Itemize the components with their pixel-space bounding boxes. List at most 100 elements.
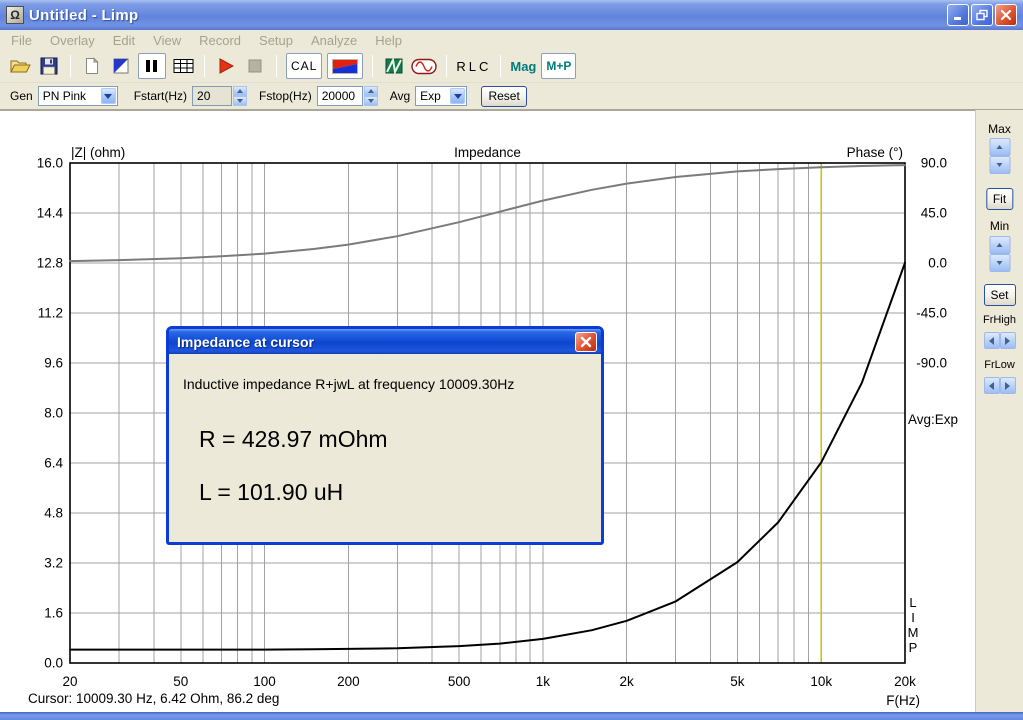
parameter-bar: Gen PN Pink Fstart(Hz) 20 Fstop(Hz) 2000… (0, 83, 1023, 110)
avg-select[interactable]: Exp (415, 86, 468, 106)
menu-file[interactable]: File (2, 31, 41, 50)
copy-button[interactable] (80, 53, 104, 79)
calibrate-label: CAL (291, 59, 318, 73)
step-down-icon[interactable] (989, 156, 1010, 174)
sine-generator-icon (411, 58, 438, 74)
y-right-tick-label: 45.0 (921, 206, 947, 221)
toolbar-separator (276, 55, 277, 77)
toolbar-separator (70, 55, 71, 77)
y-left-tick-label: 3.2 (44, 556, 63, 571)
toolbar: CAL RLC Mag M+P (0, 50, 1023, 83)
step-up-icon[interactable] (363, 86, 378, 96)
menu-edit[interactable]: Edit (104, 31, 144, 50)
inductance-value: L = 101.90 uH (199, 479, 344, 505)
fstop-value: 20000 (321, 89, 356, 103)
max-label: Max (988, 122, 1011, 136)
step-right-icon[interactable] (999, 332, 1016, 349)
rlc-mode-button[interactable]: RLC (456, 53, 491, 79)
y-left-tick-label: 14.4 (37, 206, 64, 221)
stop-button[interactable] (243, 53, 267, 79)
spectrum-button[interactable] (382, 53, 406, 79)
y-left-tick-label: 9.6 (44, 356, 63, 371)
x-tick-label: 20 (62, 674, 77, 689)
dialog-close-button[interactable] (575, 332, 597, 352)
fstart-value: 20 (197, 89, 211, 103)
min-stepper[interactable] (989, 236, 1010, 272)
menu-setup[interactable]: Setup (250, 31, 302, 50)
restore-icon (976, 9, 988, 21)
y-right-tick-label: 0.0 (928, 256, 947, 271)
step-left-icon[interactable] (983, 377, 1000, 394)
pause-button[interactable] (138, 53, 166, 79)
dialog-title: Impedance at cursor (177, 333, 314, 350)
fstart-stepper[interactable] (233, 86, 248, 106)
calibrate-button[interactable]: CAL (286, 53, 323, 79)
table-view-button[interactable] (171, 53, 195, 79)
magnitude-view-button[interactable]: Mag (510, 53, 536, 79)
open-button[interactable] (8, 53, 32, 79)
y-right-axis-title: Phase (°) (847, 145, 903, 160)
step-down-icon[interactable] (989, 254, 1010, 272)
spectrum-icon (385, 58, 403, 74)
y-left-tick-label: 4.8 (44, 506, 63, 521)
x-tick-label: 20k (894, 674, 916, 689)
dialog-title-bar[interactable]: Impedance at cursor (169, 329, 601, 354)
step-down-icon[interactable] (363, 96, 378, 106)
frhigh-stepper[interactable] (983, 332, 1016, 349)
step-down-icon[interactable] (233, 96, 248, 106)
x-axis-title: F(Hz) (886, 693, 920, 708)
fit-button[interactable]: Fit (985, 188, 1014, 210)
step-up-icon[interactable] (989, 138, 1010, 156)
menu-record[interactable]: Record (190, 31, 250, 50)
minimize-button[interactable] (947, 4, 969, 26)
copy-page-icon (86, 57, 99, 74)
pause-icon (146, 60, 157, 72)
menu-overlay[interactable]: Overlay (41, 31, 104, 50)
set-button[interactable]: Set (983, 284, 1016, 306)
avg-mode-indicator: Avg:Exp (908, 412, 959, 427)
menu-bar: File Overlay Edit View Record Setup Anal… (0, 30, 1023, 50)
save-button[interactable] (37, 53, 61, 79)
menu-analyze[interactable]: Analyze (302, 31, 366, 50)
close-button[interactable] (995, 4, 1017, 26)
background-color-toggle-button[interactable] (109, 53, 133, 79)
fstop-label: Fstop(Hz) (259, 89, 312, 103)
menu-help[interactable]: Help (366, 31, 411, 50)
rlc-label: RLC (456, 58, 492, 74)
app-icon[interactable]: Ω (6, 6, 24, 24)
step-up-icon[interactable] (233, 86, 248, 96)
limp-watermark: P (909, 640, 918, 655)
scale-setup-button[interactable] (327, 53, 364, 79)
restore-button[interactable] (971, 4, 993, 26)
generator-select[interactable]: PN Pink (37, 86, 118, 106)
toolbar-separator (372, 55, 374, 77)
frhigh-label: FrHigh (982, 314, 1016, 326)
title-bar: Ω Untitled - Limp (0, 0, 1023, 30)
magnitude-phase-view-button[interactable]: M+P (541, 53, 577, 79)
fstop-stepper[interactable] (363, 86, 378, 106)
y-left-tick-label: 8.0 (44, 406, 63, 421)
y-left-tick-label: 1.6 (44, 606, 63, 621)
chevron-down-icon[interactable] (450, 88, 466, 104)
generator-button[interactable] (411, 53, 438, 79)
frlow-stepper[interactable] (983, 377, 1016, 394)
reset-button[interactable]: Reset (481, 85, 528, 107)
step-right-icon[interactable] (999, 377, 1016, 394)
menu-view[interactable]: View (144, 31, 190, 50)
step-left-icon[interactable] (983, 332, 1000, 349)
max-stepper[interactable] (989, 138, 1010, 174)
generator-select-value: PN Pink (42, 89, 87, 103)
window-controls (947, 4, 1017, 26)
window-title: Untitled - Limp (29, 6, 139, 24)
record-play-button[interactable] (214, 53, 238, 79)
fstart-input[interactable]: 20 (192, 86, 233, 106)
chevron-down-icon[interactable] (100, 88, 116, 104)
step-up-icon[interactable] (989, 236, 1010, 254)
minimize-icon (954, 17, 961, 20)
limp-watermark: M (908, 625, 919, 640)
avg-label: Avg (389, 89, 411, 103)
side-control-panel: Max Fit Min Set FrHigh FrLow (975, 110, 1023, 712)
y-left-tick-label: 12.8 (37, 256, 63, 271)
open-folder-icon (10, 60, 31, 73)
fstop-input[interactable]: 20000 (316, 86, 363, 106)
